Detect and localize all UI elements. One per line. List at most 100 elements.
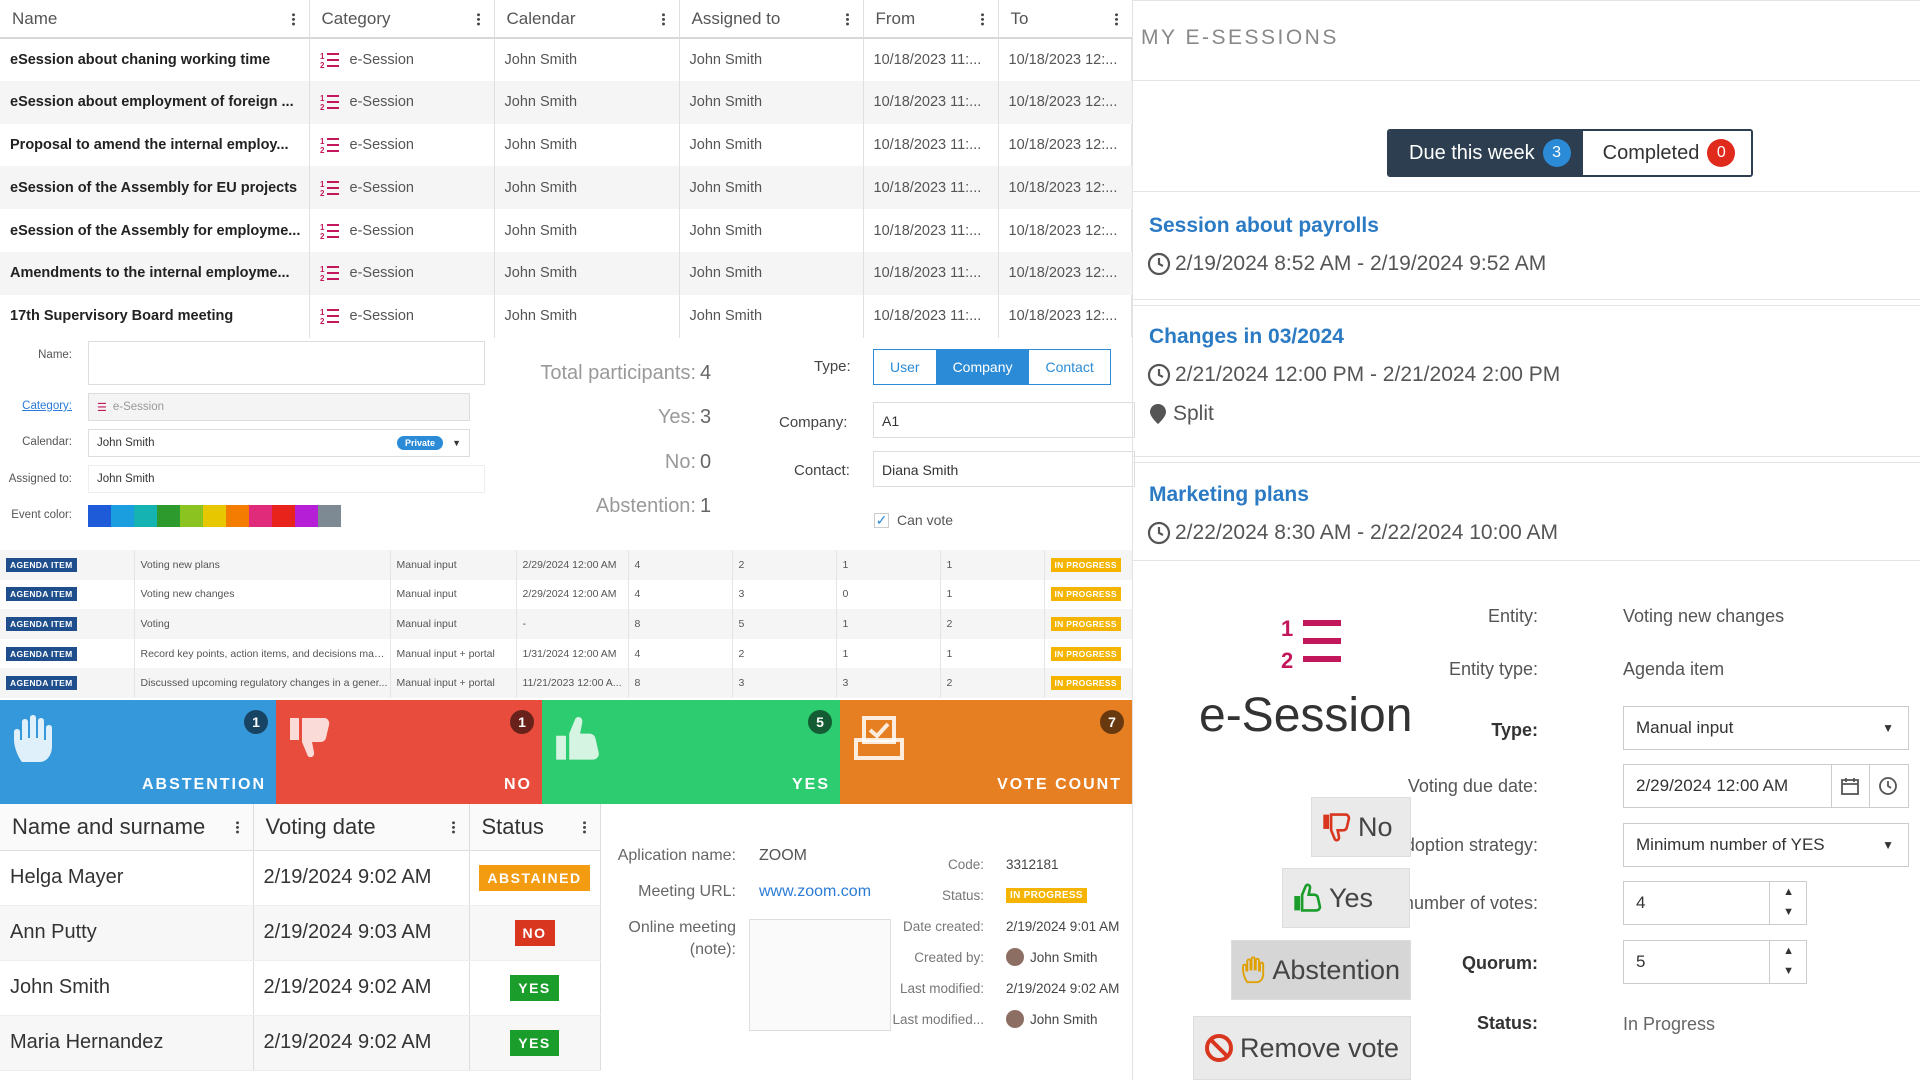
color-swatch[interactable] <box>88 505 111 527</box>
vote-summary-tiles: 1 ABSTENTION 1 NO 5 YES 7 VOTE COUNT <box>0 700 1132 804</box>
table-row[interactable]: eSession about employment of foreign ...… <box>0 80 1133 124</box>
color-swatch[interactable] <box>134 505 157 527</box>
column-menu-icon[interactable] <box>661 12 665 25</box>
stepper-up-icon[interactable]: ▲ <box>1783 945 1794 957</box>
column-header[interactable]: From <box>863 0 999 39</box>
agenda-title-link[interactable]: Discussed upcoming regulatory changes in… <box>134 668 391 698</box>
agenda-title-link[interactable]: Record key points, action items, and dec… <box>134 638 391 669</box>
column-header[interactable]: Name <box>0 0 310 39</box>
category-select[interactable]: ☰ e-Session <box>88 393 470 421</box>
color-swatch[interactable] <box>249 505 272 527</box>
session-title[interactable]: Marketing plans <box>1149 483 1309 507</box>
tab-completed[interactable]: Completed 0 <box>1582 131 1752 175</box>
column-header[interactable]: Calendar <box>494 0 680 39</box>
clock-icon[interactable] <box>1878 776 1898 796</box>
color-swatch[interactable] <box>180 505 203 527</box>
list-icon: 12 <box>320 52 339 69</box>
column-header[interactable]: Category <box>309 0 495 39</box>
yes-tile[interactable]: 5 YES <box>542 700 840 804</box>
type-option-user[interactable]: User <box>874 350 937 384</box>
min-votes-stepper[interactable]: 4 ▲ ▼ <box>1623 881 1807 925</box>
can-vote-checkbox[interactable]: ✓ Can vote <box>874 512 953 528</box>
vote-no-button[interactable]: No <box>1311 797 1411 857</box>
type-option-company[interactable]: Company <box>936 350 1030 384</box>
adoption-strategy-select[interactable]: Minimum number of YES ▼ <box>1623 823 1909 867</box>
meeting-note-textarea[interactable] <box>749 919 891 1031</box>
last-modified-by-value: John Smith <box>1030 1011 1098 1027</box>
vote-yes-button[interactable]: Yes <box>1282 868 1410 928</box>
agenda-title-link[interactable]: Voting new changes <box>134 579 391 610</box>
column-menu-icon[interactable] <box>845 12 849 25</box>
table-row[interactable]: eSession of the Assembly for employme...… <box>0 209 1133 252</box>
date-created-value: 2/19/2024 9:01 AM <box>1006 919 1120 934</box>
column-header[interactable]: Assigned to <box>679 0 864 39</box>
agenda-row[interactable]: AGENDA ITEM Record key points, action ite… <box>0 638 1133 669</box>
column-header[interactable]: Voting date <box>253 804 470 851</box>
stepper-down-icon[interactable]: ▼ <box>1783 965 1794 977</box>
name-input[interactable] <box>88 341 485 385</box>
table-row[interactable]: Amendments to the internal employme... 1 2… <box>0 251 1133 295</box>
event-assigned: John Smith <box>679 251 864 295</box>
session-title[interactable]: Changes in 03/2024 <box>1149 325 1344 349</box>
color-swatch[interactable] <box>272 505 295 527</box>
quorum-stepper[interactable]: 5 ▲ ▼ <box>1623 940 1807 984</box>
stepper-down-icon[interactable]: ▼ <box>1783 906 1794 918</box>
tab-due-this-week[interactable]: Due this week 3 <box>1389 131 1583 175</box>
voting-due-date-input[interactable]: 2/29/2024 12:00 AM <box>1623 764 1909 808</box>
column-menu-icon[interactable] <box>980 12 984 25</box>
meeting-url-link[interactable]: www.zoom.com <box>759 883 871 901</box>
no-tile[interactable]: 1 NO <box>276 700 542 804</box>
abstention-tile[interactable]: 1 ABSTENTION <box>0 700 276 804</box>
agenda-title-link[interactable]: Voting new plans <box>134 550 391 580</box>
table-row[interactable]: eSession of the Assembly for EU projects… <box>0 166 1133 210</box>
event-color-picker[interactable] <box>88 505 341 527</box>
table-row[interactable]: Maria Hernandez 2/19/2024 9:02 AM YES <box>0 1015 601 1071</box>
vote-yes-label: Yes <box>1329 882 1374 913</box>
agenda-row[interactable]: AGENDA ITEM Voting new plans Manual input 2… <box>0 550 1133 580</box>
color-swatch[interactable] <box>295 505 318 527</box>
company-label: Company: <box>779 414 848 431</box>
column-menu-icon[interactable] <box>291 12 295 25</box>
company-input[interactable]: A1 <box>873 402 1135 438</box>
table-row[interactable]: Proposal to amend the internal employ...… <box>0 123 1133 167</box>
table-row[interactable]: eSession about chaning working time 1 2 e-S… <box>0 38 1133 81</box>
column-header[interactable]: Status <box>469 804 601 851</box>
column-header[interactable]: To <box>998 0 1133 39</box>
vote-abstention-button[interactable]: Abstention <box>1231 940 1411 1000</box>
agenda-row[interactable]: AGENDA ITEM Voting Manual input -8 5 1 2 IN PRO… <box>0 609 1133 639</box>
type-option-contact[interactable]: Contact <box>1029 350 1109 384</box>
voting-date: 2/19/2024 9:02 AM <box>253 850 470 906</box>
agenda-row[interactable]: AGENDA ITEM Discussed upcoming regulatory… <box>0 668 1133 698</box>
color-swatch[interactable] <box>111 505 134 527</box>
table-row[interactable]: John Smith 2/19/2024 9:02 AM YES <box>0 960 601 1016</box>
column-menu-icon[interactable] <box>451 820 455 834</box>
color-swatch[interactable] <box>203 505 226 527</box>
stepper-up-icon[interactable]: ▲ <box>1783 886 1794 898</box>
contact-input[interactable]: Diana Smith <box>873 451 1135 487</box>
table-row[interactable]: 17th Supervisory Board meeting 1 2 e-Sessio… <box>0 294 1133 338</box>
remove-vote-button[interactable]: Remove vote <box>1193 1016 1411 1080</box>
assigned-input[interactable]: John Smith <box>88 465 485 493</box>
column-menu-icon[interactable] <box>1114 12 1118 25</box>
session-title[interactable]: Session about payrolls <box>1149 214 1379 238</box>
agenda-title-link[interactable]: Voting <box>134 609 391 639</box>
vote-count-tile[interactable]: 7 VOTE COUNT <box>840 700 1132 804</box>
private-badge: Private <box>396 436 443 450</box>
color-swatch[interactable] <box>226 505 249 527</box>
abstention-value: 1 <box>700 495 712 517</box>
category-label[interactable]: Category: <box>0 400 72 412</box>
column-header[interactable]: Name and surname <box>0 804 254 851</box>
type-select[interactable]: Manual input ▼ <box>1623 706 1909 750</box>
column-menu-icon[interactable] <box>582 820 586 834</box>
column-menu-icon[interactable] <box>235 820 239 834</box>
calendar-select[interactable]: John Smith Private ▼ <box>88 429 470 457</box>
color-swatch[interactable] <box>318 505 341 527</box>
table-row[interactable]: Helga Mayer 2/19/2024 9:02 AM ABSTAINED <box>0 850 601 906</box>
color-swatch[interactable] <box>157 505 180 527</box>
agenda-row[interactable]: AGENDA ITEM Voting new changes Manual inpu… <box>0 579 1133 610</box>
svg-text:1: 1 <box>320 265 325 274</box>
column-menu-icon[interactable] <box>476 12 480 25</box>
calendar-icon[interactable] <box>1840 776 1860 796</box>
table-row[interactable]: Ann Putty 2/19/2024 9:03 AM NO <box>0 905 601 961</box>
vote-no-label: No <box>1358 811 1393 842</box>
